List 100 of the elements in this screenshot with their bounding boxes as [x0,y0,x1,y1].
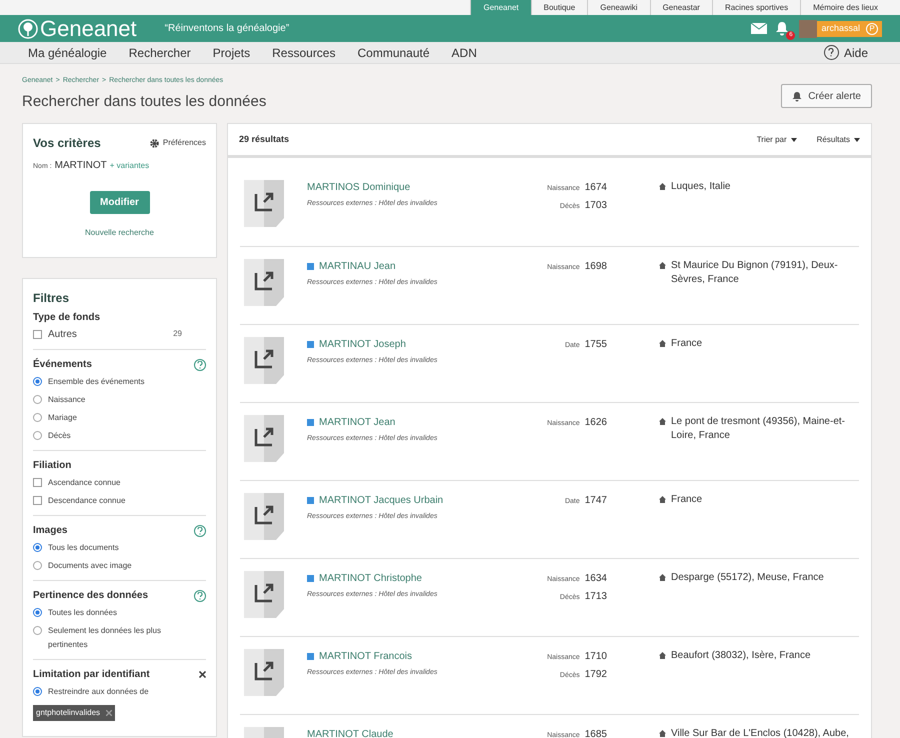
criteria-title: Vos critères [33,135,101,152]
results-count: 29 résultats [239,132,290,146]
external-document-icon[interactable] [244,337,284,384]
result-name-link[interactable]: MARTINOT Francois [319,649,412,664]
result-name-link[interactable]: MARTINOT Christophe [319,571,422,586]
result-name-link[interactable]: MARTINAU Jean [319,259,396,274]
radio-button[interactable] [33,608,42,617]
help-icon[interactable] [824,45,839,60]
option-label: Naissance [48,394,86,406]
external-document-icon[interactable] [244,259,284,306]
nav-item[interactable]: Rechercher [128,44,191,62]
radio-button[interactable] [33,395,42,404]
caret-icon [790,138,797,142]
bell-icon[interactable] [775,20,790,36]
external-document-icon[interactable] [244,415,284,462]
filter-section-title: Filiation [33,459,72,473]
option-count: 29 [173,328,182,340]
modify-button[interactable]: Modifier [90,191,150,214]
event-year: 1674 [584,181,607,195]
house-icon [659,340,666,347]
help-icon[interactable] [194,524,206,536]
event-year: 1755 [584,338,607,352]
result-name-link[interactable]: MARTINOT Jacques Urbain [319,493,444,508]
option-label: Tous les documents [48,542,120,554]
filter-section-title: Type de fonds [33,311,100,325]
option-label: Descendance connue [48,495,126,507]
event-year: 1634 [584,572,607,586]
result-name-link[interactable]: MARTINOT Claude [307,727,394,738]
close-icon[interactable] [199,671,206,678]
event-year: 1792 [584,668,607,682]
result-place: Luques, Italie [671,180,730,194]
create-alert-button[interactable]: Créer alerte [781,84,872,108]
event-year: 1747 [584,494,607,508]
filter-section-title: Images [33,524,68,538]
option-label: Toutes les données [48,607,118,619]
bell-icon [792,90,802,102]
result-place: France [671,337,702,351]
result-place: Ville Sur Bar de L'Enclos (10428), Aube, [671,727,849,738]
event-year: 1685 [584,728,607,738]
result-name-link[interactable]: MARTINOT Joseph [319,337,406,352]
gear-icon[interactable] [150,138,159,148]
nav-item[interactable]: ADN [452,44,477,62]
external-document-icon[interactable] [244,571,284,618]
house-icon [659,418,666,425]
event-year: 1626 [584,416,607,430]
top-tab[interactable]: Geneanet [470,0,531,15]
checkbox[interactable] [33,478,42,487]
radio-button[interactable] [33,561,42,570]
nav-item[interactable]: Ressources [272,44,336,62]
radio-button[interactable] [33,413,42,422]
option-label: Restreindre aux données de [48,686,150,698]
preferences-link[interactable]: Préférences [162,137,206,149]
house-icon [659,262,666,269]
option-label: Seulement les données les plus pertinentes [48,625,162,651]
radio-button[interactable] [33,626,42,635]
avatar-placeholder[interactable] [799,20,818,38]
event-year: 1703 [584,199,607,213]
house-icon [659,652,666,659]
house-icon [659,183,666,190]
results-dropdown[interactable]: Résultats [816,134,860,146]
option-label: Ensemble des événements [48,376,146,388]
external-document-icon[interactable] [244,180,284,227]
result-place: St Maurice Du Bignon (79191), Deux-Sèvres, France [671,259,839,287]
name-value: MARTINOT [54,159,107,173]
filter-tag[interactable]: gntphotelinvalides [33,705,116,721]
checkbox[interactable] [33,330,42,339]
nav-item[interactable]: Projets [212,44,250,62]
tree-logo-icon [18,18,38,38]
new-search-link[interactable]: Nouvelle recherche [85,227,154,239]
sort-dropdown[interactable]: Trier par [756,134,797,146]
radio-button[interactable] [33,377,42,386]
help-icon[interactable] [194,358,206,370]
checkbox[interactable] [33,496,42,505]
filter-section-title: Pertinence des données [33,589,148,603]
option-label: Autres [48,328,78,342]
logo-text[interactable]: Geneanet [40,18,137,40]
help-icon[interactable] [194,590,206,602]
option-label: Mariage [48,412,78,424]
variants-link[interactable]: + variantes [110,160,150,172]
mail-icon[interactable] [751,23,768,34]
event-year: 1698 [584,260,607,274]
house-icon [659,496,666,503]
result-name-link[interactable]: MARTINOT Jean [319,415,396,430]
result-place: Beaufort (38032), Isère, France [671,649,811,663]
premium-badge: P [866,22,878,34]
caret-icon [854,138,860,142]
option-label: Ascendance connue [48,477,122,489]
nav-item[interactable]: Ma généalogie [28,44,107,62]
result-place: France [671,493,702,507]
help-link[interactable]: Aide [844,44,868,62]
nav-item[interactable]: Communauté [357,44,430,62]
external-document-icon[interactable] [244,649,284,696]
page-title: Rechercher dans toutes les données [22,92,266,112]
option-label: Documents avec image [48,560,133,572]
radio-button[interactable] [33,431,42,440]
radio-button[interactable] [33,687,42,696]
external-document-icon[interactable] [244,493,284,540]
result-name-link[interactable]: MARTINOS Dominique [307,180,410,195]
radio-button[interactable] [33,543,42,552]
filters-title: Filtres [33,290,70,307]
